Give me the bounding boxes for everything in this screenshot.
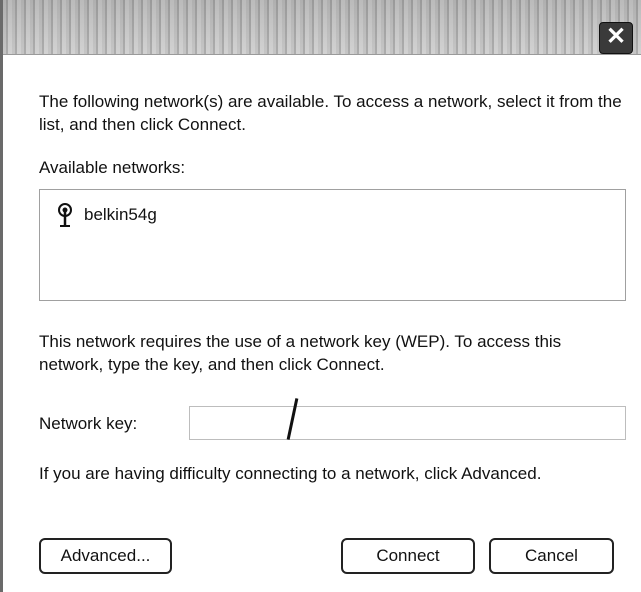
close-icon: ✕ bbox=[605, 23, 627, 50]
wep-requirement-text: This network requires the use of a netwo… bbox=[39, 332, 562, 374]
intro-text: The following network(s) are available. … bbox=[39, 92, 622, 134]
network-list[interactable]: belkin54g bbox=[39, 189, 626, 301]
advanced-button[interactable]: Advanced... bbox=[39, 538, 172, 574]
wireless-connect-dialog: ✕ The following network(s) are available… bbox=[0, 0, 641, 592]
network-key-label: Network key: bbox=[39, 414, 138, 433]
list-item[interactable]: belkin54g bbox=[54, 202, 157, 228]
help-text: If you are having difficulty connecting … bbox=[39, 464, 542, 483]
title-bar: ✕ bbox=[3, 0, 641, 55]
close-button[interactable]: ✕ bbox=[599, 22, 633, 54]
available-networks-label: Available networks: bbox=[39, 158, 186, 177]
network-key-field[interactable] bbox=[189, 406, 626, 440]
network-name: belkin54g bbox=[84, 205, 157, 224]
wireless-antenna-icon bbox=[58, 203, 72, 227]
cancel-button[interactable]: Cancel bbox=[489, 538, 614, 574]
connect-button[interactable]: Connect bbox=[341, 538, 475, 574]
